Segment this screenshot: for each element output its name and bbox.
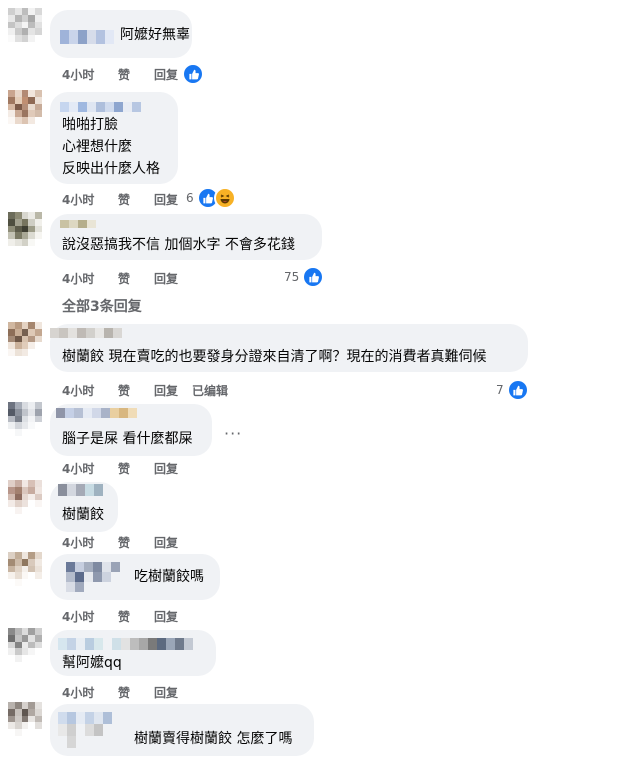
author-name-pixelated[interactable]	[60, 220, 96, 228]
reaction-summary[interactable]: 7	[496, 379, 529, 401]
comment-actions: 4小时 赞 回复	[62, 534, 178, 551]
comment-text: 啪啪打臉 心裡想什麼 反映出什麼人格	[62, 117, 160, 177]
comment-actions: 4小时 赞 回复	[62, 460, 178, 477]
avatar[interactable]	[8, 702, 42, 736]
comment-time[interactable]: 4小时	[62, 608, 118, 625]
reaction-summary[interactable]: 75	[284, 266, 325, 288]
reply-button[interactable]: 回复	[154, 270, 178, 287]
edited-label[interactable]: 已编辑	[192, 382, 228, 399]
view-all-replies-link[interactable]: 全部3条回复	[62, 296, 142, 316]
reply-button[interactable]: 回复	[154, 608, 178, 625]
comment-time[interactable]: 4小时	[62, 460, 118, 477]
comment-text: 樹蘭賣得樹蘭餃 怎麼了嗎	[134, 731, 293, 747]
like-reaction-icon	[182, 63, 204, 85]
comment-text: 說沒惡搞我不信 加個水字 不會多花錢	[62, 237, 295, 253]
author-name-pixelated[interactable]	[56, 408, 137, 418]
author-name-pixelated[interactable]	[60, 30, 114, 44]
author-name-pixelated[interactable]	[58, 712, 112, 748]
avatar[interactable]	[8, 402, 42, 436]
haha-reaction-icon	[213, 187, 236, 209]
comment-text: 幫阿嬤qq	[62, 655, 122, 671]
comment-actions: 4小时 赞 回复	[62, 684, 178, 701]
comment-bubble: 幫阿嬤qq	[50, 630, 216, 676]
comment-time[interactable]: 4小时	[62, 270, 118, 287]
avatar[interactable]	[8, 480, 42, 514]
reply-button[interactable]: 回复	[154, 191, 178, 208]
reaction-count: 7	[496, 383, 504, 397]
reply-button[interactable]: 回复	[154, 382, 178, 399]
avatar[interactable]	[8, 322, 42, 356]
author-name-pixelated[interactable]	[50, 328, 122, 338]
reply-button[interactable]: 回复	[154, 66, 178, 83]
comment-bubble: 樹蘭賣得樹蘭餃 怎麼了嗎	[50, 704, 314, 756]
comment-time[interactable]: 4小时	[62, 684, 118, 701]
comment-text: 吃樹蘭餃嗎	[134, 569, 204, 585]
comment-bubble: 說沒惡搞我不信 加個水字 不會多花錢	[50, 214, 322, 260]
author-name-pixelated[interactable]	[60, 102, 141, 112]
comment-bubble: 樹蘭餃	[50, 482, 118, 532]
author-name-pixelated[interactable]	[66, 562, 126, 592]
comment-text: 樹蘭餃 現在賣吃的也要發身分證來自清了啊？現在的消費者真難伺候	[62, 349, 487, 365]
comment-text: 樹蘭餃	[62, 507, 104, 523]
comment-bubble: 啪啪打臉 心裡想什麼 反映出什麼人格	[50, 92, 178, 184]
like-button[interactable]: 赞	[118, 66, 140, 83]
like-button[interactable]: 赞	[118, 684, 140, 701]
comment-text: 阿嬤好無辜	[120, 27, 190, 43]
avatar[interactable]	[8, 8, 42, 42]
like-button[interactable]: 赞	[118, 534, 140, 551]
comment-actions: 4小时 赞 回复 已编辑	[62, 382, 228, 399]
comment-bubble: 腦子是屎 看什麼都屎	[50, 404, 212, 456]
reply-button[interactable]: 回复	[154, 534, 178, 551]
like-button[interactable]: 赞	[118, 460, 140, 477]
comment-time[interactable]: 4小时	[62, 382, 118, 399]
like-button[interactable]: 赞	[118, 382, 140, 399]
comment-bubble: 阿嬤好無辜	[50, 10, 192, 58]
reaction-count: 75	[284, 270, 300, 284]
reaction-summary[interactable]	[182, 63, 204, 85]
like-reaction-icon	[302, 266, 325, 288]
like-button[interactable]: 赞	[118, 191, 140, 208]
comment-text: 腦子是屎 看什麼都屎	[62, 431, 193, 447]
like-button[interactable]: 赞	[118, 270, 140, 287]
avatar[interactable]	[8, 628, 42, 662]
reply-button[interactable]: 回复	[154, 460, 178, 477]
comment-bubble: 樹蘭餃 現在賣吃的也要發身分證來自清了啊？現在的消費者真難伺候	[50, 324, 528, 372]
comment-actions: 4小时 赞 回复	[62, 608, 178, 625]
avatar[interactable]	[8, 552, 42, 586]
author-name-pixelated[interactable]	[58, 484, 103, 496]
comment-actions: 4小时 赞 回复	[62, 270, 178, 287]
reaction-count: 6	[186, 191, 194, 205]
author-name-pixelated[interactable]	[58, 638, 193, 650]
comment-time[interactable]: 4小时	[62, 191, 118, 208]
comment-actions: 4小时 赞 回复	[62, 191, 178, 208]
avatar[interactable]	[8, 212, 42, 246]
comment-time[interactable]: 4小时	[62, 66, 118, 83]
like-button[interactable]: 赞	[118, 608, 140, 625]
comment-bubble: 吃樹蘭餃嗎	[50, 554, 220, 600]
avatar[interactable]	[8, 90, 42, 124]
reply-button[interactable]: 回复	[154, 684, 178, 701]
comment-actions: 4小时 赞 回复	[62, 66, 178, 83]
reaction-summary[interactable]: 6	[186, 187, 236, 209]
comment-time[interactable]: 4小时	[62, 534, 118, 551]
like-reaction-icon	[506, 379, 529, 401]
more-options-icon[interactable]: ···	[224, 424, 242, 443]
